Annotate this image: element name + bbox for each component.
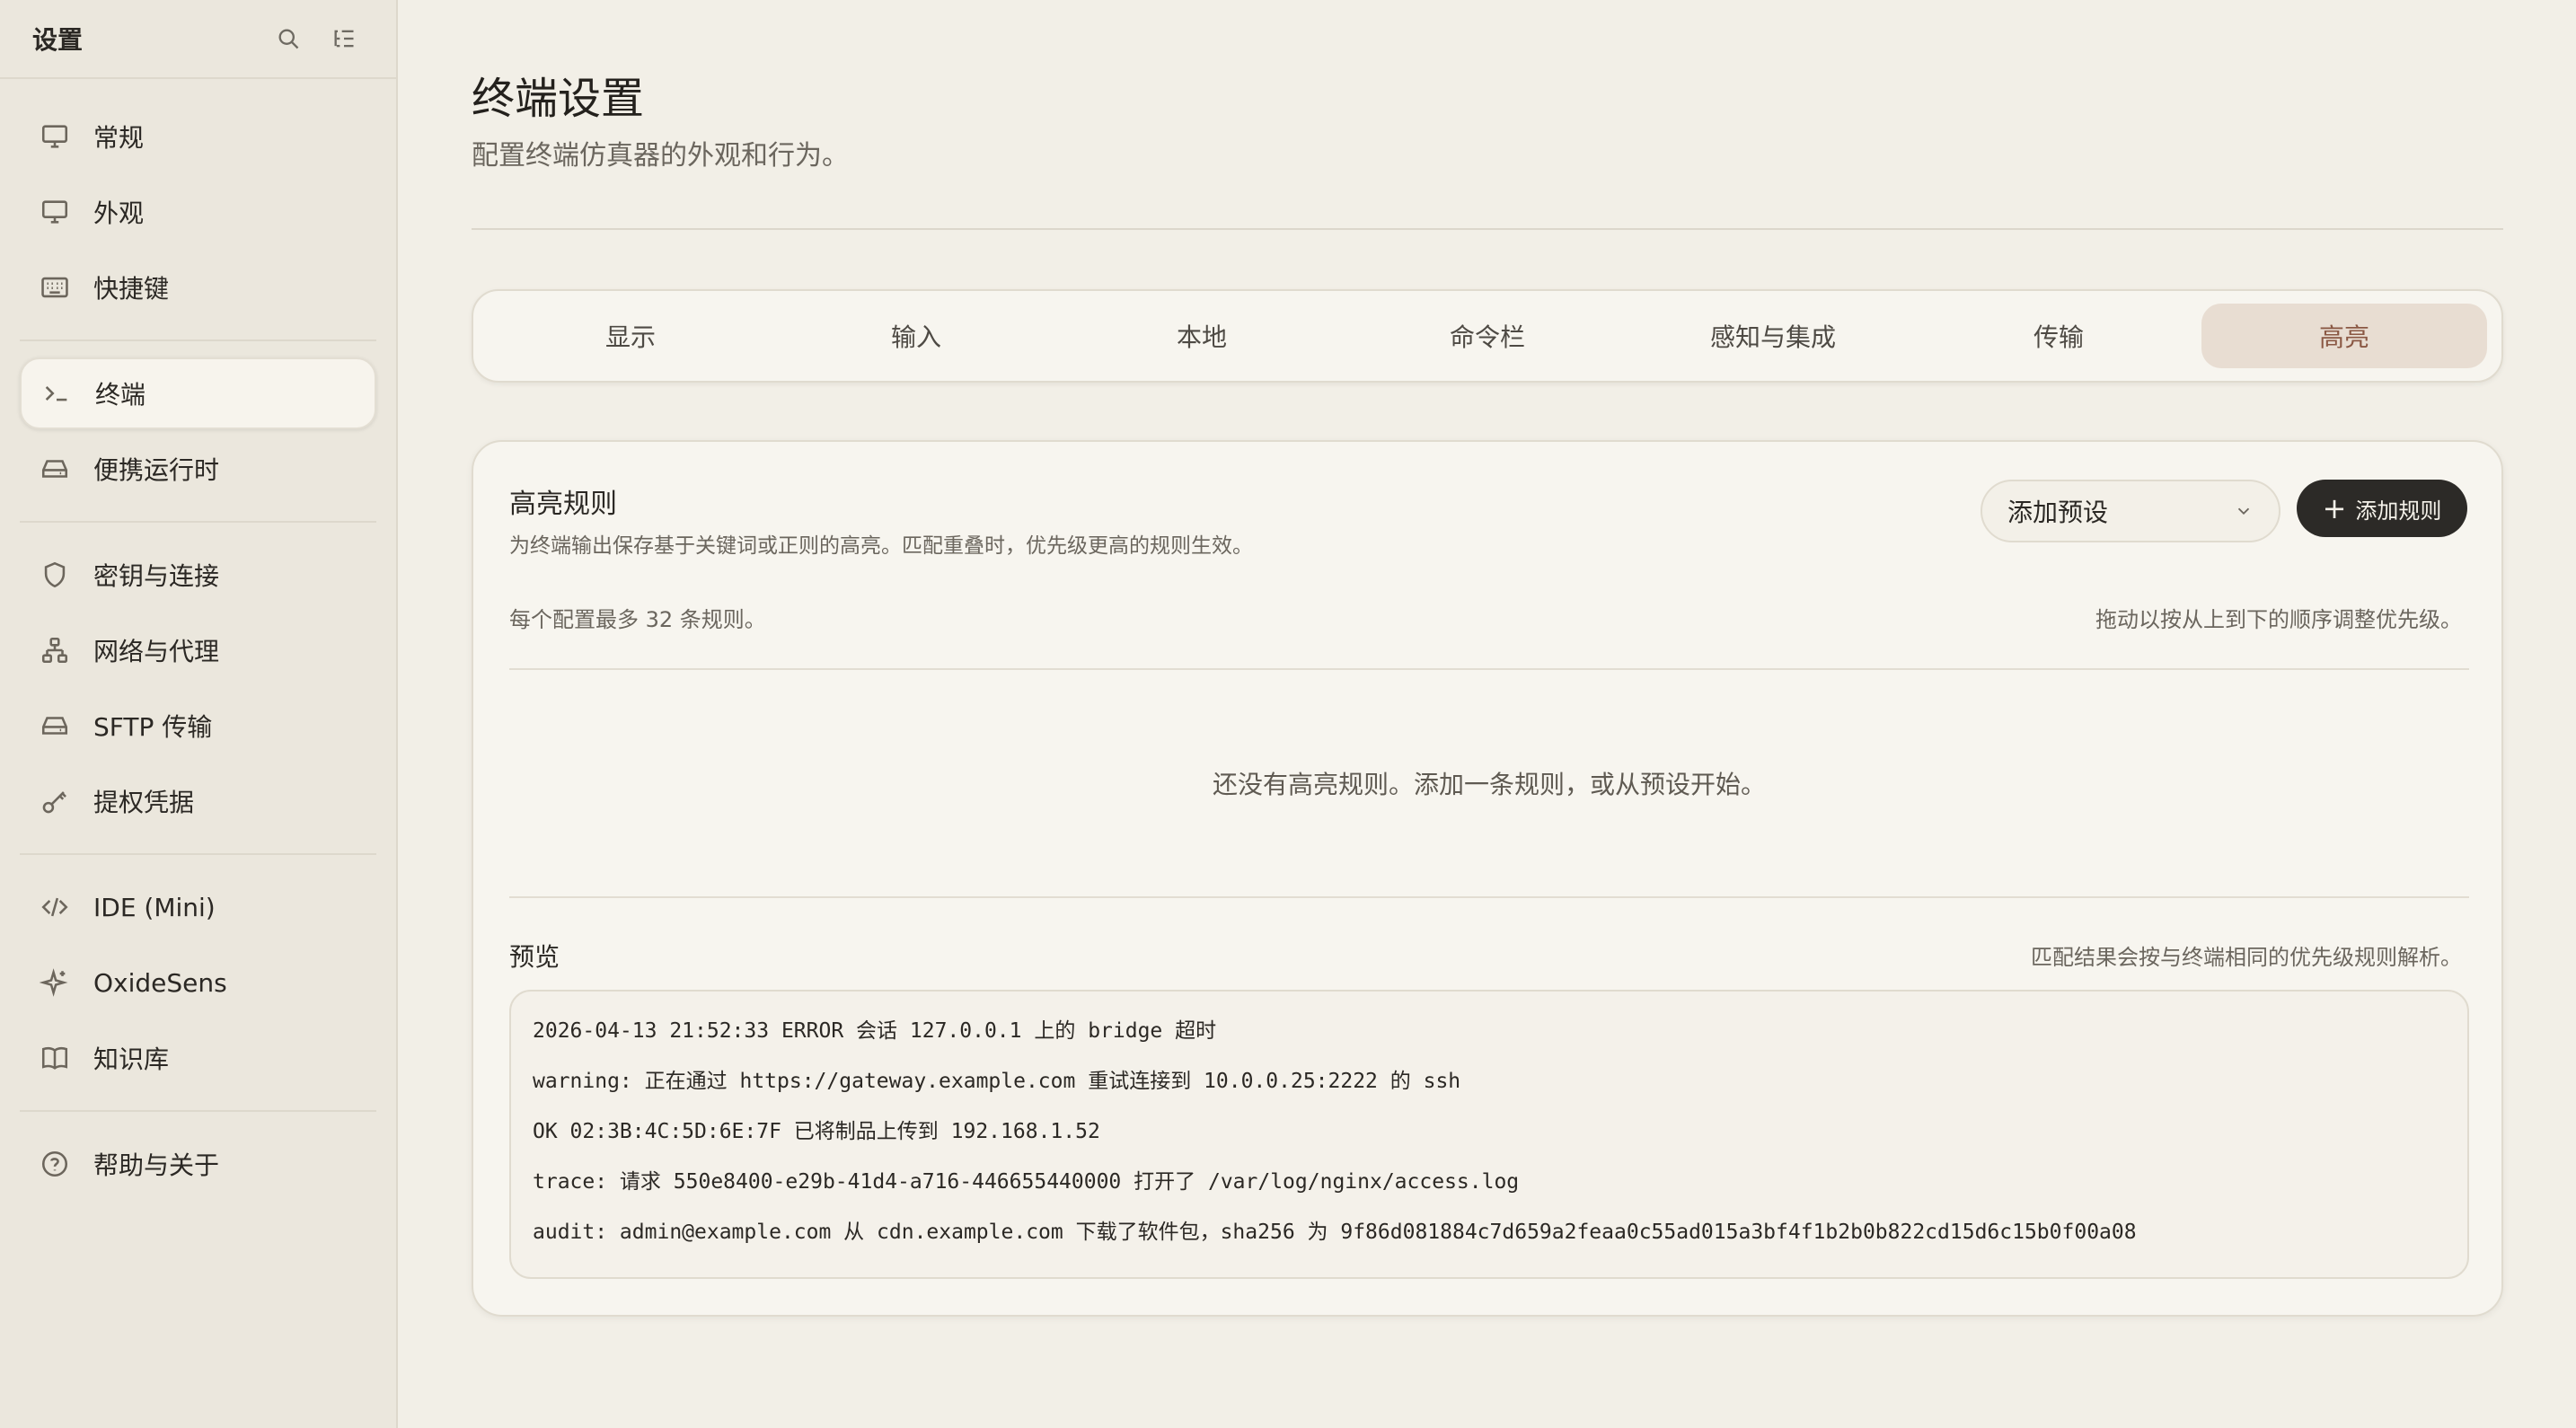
preview-line: trace: 请求 550e8400-e29b-41d4-a716-446655… — [533, 1170, 1520, 1194]
highlight-rules-card: 高亮规则 为终端输出保存基于关键词或正则的高亮。匹配重叠时，优先级更高的规则生效… — [472, 440, 2503, 1317]
page-title: 终端设置 — [472, 74, 645, 124]
sidebar: 设置 常规 外观 快捷键 终端 便携运行时 密钥与连接 网络与代理 SFTP 传… — [0, 0, 398, 1428]
storage-icon — [38, 709, 72, 743]
sidebar-item-label: SFTP 传输 — [93, 712, 213, 742]
divider — [509, 896, 2469, 898]
sidebar-item-shortcuts[interactable]: 快捷键 — [20, 251, 376, 323]
sidebar-item-ide-mini[interactable]: IDE (Mini) — [20, 871, 376, 943]
add-rule-label: 添加规则 — [2355, 498, 2442, 524]
sidebar-item-label: 密钥与连接 — [93, 561, 220, 591]
preview-line: audit: admin@example.com 从 cdn.example.c… — [533, 1221, 2137, 1244]
help-icon — [38, 1147, 72, 1181]
preview-output: 2026-04-13 21:52:33 ERROR 会话 127.0.0.1 上… — [509, 990, 2469, 1279]
sidebar-item-label: 终端 — [95, 380, 146, 410]
keyboard-icon — [38, 270, 72, 304]
sidebar-nav: 常规 外观 快捷键 终端 便携运行时 密钥与连接 网络与代理 SFTP 传输 提… — [0, 79, 396, 1200]
drive-icon — [38, 452, 72, 486]
shield-icon — [38, 558, 72, 592]
add-preset-label: 添加预设 — [2007, 498, 2109, 527]
sidebar-divider — [20, 1110, 376, 1112]
tab-transfer[interactable]: 传输 — [1916, 304, 2201, 368]
main-content: 终端设置 配置终端仿真器的外观和行为。 显示 输入 本地 命令栏 感知与集成 传… — [400, 0, 2576, 1428]
sidebar-item-label: IDE (Mini) — [93, 892, 216, 922]
preview-line: OK 02:3B:4C:5D:6E:7F 已将制品上传到 192.168.1.5… — [533, 1120, 1100, 1143]
tab-local[interactable]: 本地 — [1059, 304, 1345, 368]
sidebar-item-credentials[interactable]: 提权凭据 — [20, 765, 376, 837]
sidebar-item-oxidesens[interactable]: OxideSens — [20, 947, 376, 1018]
sidebar-item-label: 外观 — [93, 198, 145, 228]
add-preset-select[interactable]: 添加预设 — [1981, 480, 2280, 542]
tab-display[interactable]: 显示 — [488, 304, 773, 368]
book-icon — [38, 1041, 72, 1075]
sidebar-item-label: 提权凭据 — [93, 788, 195, 817]
sidebar-item-knowledge-base[interactable]: 知识库 — [20, 1022, 376, 1094]
rule-limit-note: 每个配置最多 32 条规则。 — [509, 607, 766, 632]
sidebar-header: 设置 — [0, 0, 396, 79]
sidebar-divider — [20, 521, 376, 523]
tab-awareness-integration[interactable]: 感知与集成 — [1630, 304, 1916, 368]
preview-line: warning: 正在通过 https://gateway.example.co… — [533, 1070, 1461, 1093]
key-icon — [38, 784, 72, 818]
tab-command-bar[interactable]: 命令栏 — [1345, 304, 1630, 368]
search-icon[interactable] — [269, 19, 308, 58]
preview-note: 匹配结果会按与终端相同的优先级规则解析。 — [2031, 945, 2462, 970]
network-icon — [38, 633, 72, 667]
tab-bar: 显示 输入 本地 命令栏 感知与集成 传输 高亮 — [472, 289, 2503, 383]
sparkle-icon — [38, 965, 72, 1000]
plus-icon: + — [2322, 491, 2347, 525]
sidebar-item-label: 帮助与关于 — [93, 1150, 220, 1180]
preview-title: 预览 — [509, 942, 560, 972]
code-icon — [38, 890, 72, 924]
sidebar-item-label: 网络与代理 — [93, 637, 220, 666]
sidebar-item-help-about[interactable]: 帮助与关于 — [20, 1128, 376, 1200]
sidebar-item-label: 常规 — [93, 123, 145, 153]
divider — [472, 228, 2503, 230]
sidebar-item-label: 便携运行时 — [93, 455, 220, 485]
sidebar-item-keys-connections[interactable]: 密钥与连接 — [20, 539, 376, 611]
sidebar-item-label: 快捷键 — [93, 274, 170, 304]
sidebar-item-portable-runtime[interactable]: 便携运行时 — [20, 433, 376, 505]
sidebar-divider — [20, 853, 376, 855]
sidebar-item-label: OxideSens — [93, 967, 227, 998]
preview-line: 2026-04-13 21:52:33 ERROR 会话 127.0.0.1 上… — [533, 1019, 1217, 1043]
sidebar-divider — [20, 339, 376, 341]
tab-highlight[interactable]: 高亮 — [2201, 304, 2487, 368]
add-rule-button[interactable]: + 添加规则 — [2297, 480, 2467, 537]
list-settings-icon[interactable] — [324, 19, 364, 58]
sidebar-item-appearance[interactable]: 外观 — [20, 176, 376, 248]
tab-input[interactable]: 输入 — [773, 304, 1059, 368]
section-description: 为终端输出保存基于关键词或正则的高亮。匹配重叠时，优先级更高的规则生效。 — [509, 534, 1253, 558]
sidebar-item-sftp[interactable]: SFTP 传输 — [20, 690, 376, 762]
display-icon — [38, 195, 72, 229]
drag-priority-note: 拖动以按从上到下的顺序调整优先级。 — [2095, 607, 2462, 632]
chevron-down-icon — [2234, 501, 2254, 521]
sidebar-title: 设置 — [32, 25, 84, 55]
empty-state-message: 还没有高亮规则。添加一条规则，或从预设开始。 — [1212, 770, 1766, 799]
sidebar-item-terminal[interactable]: 终端 — [20, 357, 376, 429]
page-subtitle: 配置终端仿真器的外观和行为。 — [472, 140, 849, 172]
sidebar-item-general[interactable]: 常规 — [20, 101, 376, 172]
section-title: 高亮规则 — [509, 489, 617, 520]
terminal-icon — [40, 376, 74, 410]
divider — [509, 668, 2469, 670]
monitor-icon — [38, 119, 72, 154]
sidebar-item-label: 知识库 — [93, 1045, 170, 1074]
sidebar-item-network-proxy[interactable]: 网络与代理 — [20, 614, 376, 686]
